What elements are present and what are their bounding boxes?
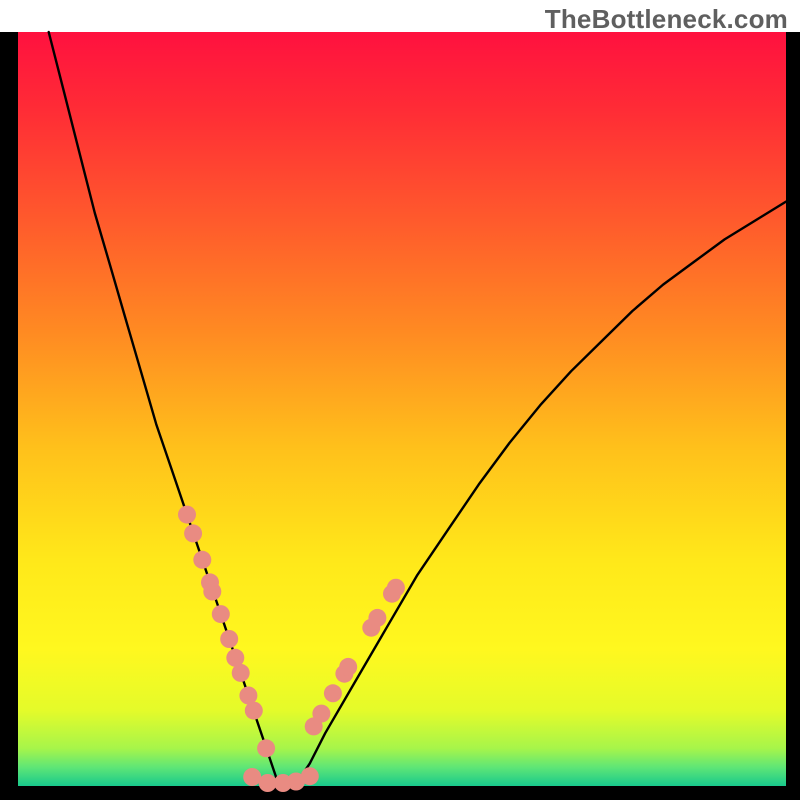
plot-background xyxy=(18,32,786,786)
watermark-text: TheBottleneck.com xyxy=(545,4,788,35)
curve-marker xyxy=(245,702,263,720)
chart-container: TheBottleneck.com xyxy=(0,0,800,800)
curve-marker xyxy=(257,739,275,757)
curve-marker xyxy=(368,609,386,627)
curve-marker xyxy=(178,506,196,524)
curve-marker xyxy=(232,664,250,682)
curve-marker xyxy=(243,768,261,786)
bottleneck-chart xyxy=(0,0,800,800)
curve-marker xyxy=(259,774,277,792)
curve-marker xyxy=(212,605,230,623)
curve-marker xyxy=(220,630,238,648)
curve-marker xyxy=(312,705,330,723)
curve-marker xyxy=(301,767,319,785)
curve-marker xyxy=(324,684,342,702)
curve-marker xyxy=(339,658,357,676)
curve-marker xyxy=(203,583,221,601)
curve-marker xyxy=(387,579,405,597)
curve-marker xyxy=(184,524,202,542)
curve-marker xyxy=(193,551,211,569)
